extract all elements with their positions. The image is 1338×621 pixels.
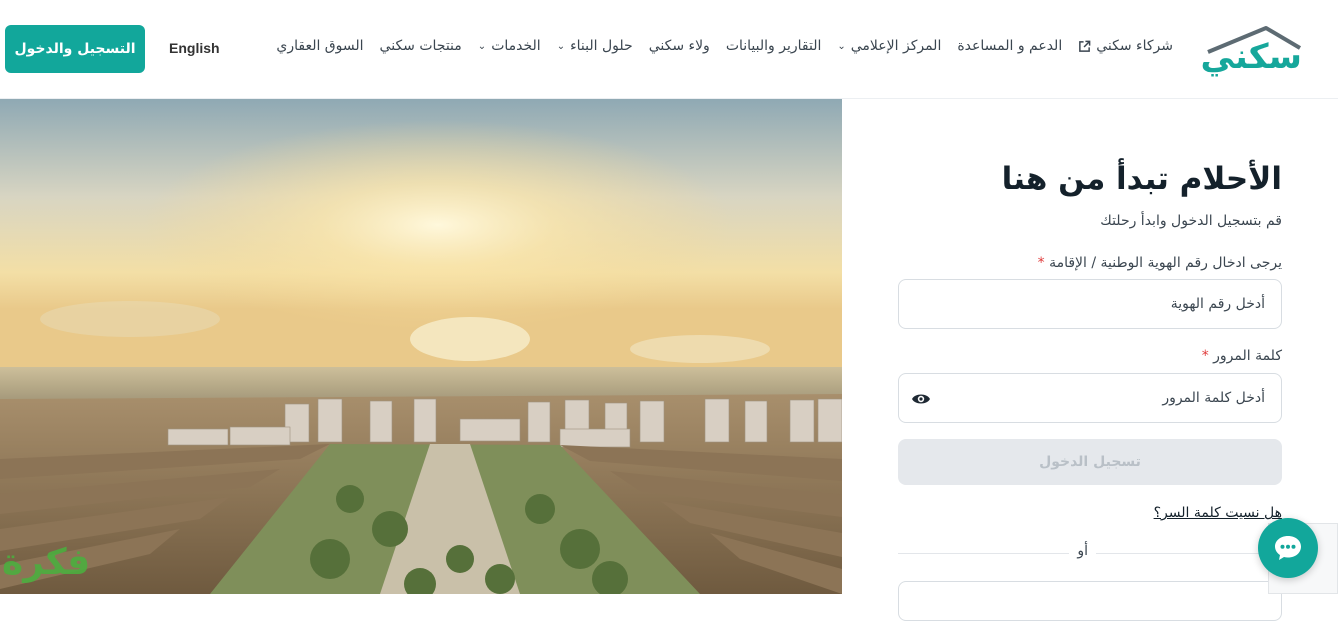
alternate-login-button[interactable] bbox=[898, 581, 1282, 621]
main-nav: السوق العقاري منتجات سكني الخدمات ⌄ حلول … bbox=[276, 38, 1173, 54]
nav-support-help[interactable]: الدعم و المساعدة bbox=[957, 38, 1062, 54]
chat-bubble-icon bbox=[1275, 536, 1301, 560]
nav-label: حلول البناء bbox=[570, 38, 633, 54]
id-placeholder: أدخل رقم الهوية bbox=[1170, 296, 1265, 312]
hero-image bbox=[0, 99, 842, 594]
required-mark: * bbox=[1037, 255, 1045, 271]
eye-icon[interactable] bbox=[911, 389, 931, 409]
sakani-logo[interactable]: سكني bbox=[1200, 24, 1303, 77]
password-placeholder: أدخل كلمة المرور bbox=[1162, 390, 1265, 406]
language-toggle[interactable]: English bbox=[169, 40, 220, 56]
national-id-input[interactable]: أدخل رقم الهوية bbox=[898, 279, 1282, 329]
nav-label: السوق العقاري bbox=[276, 38, 364, 54]
chevron-down-icon: ⌄ bbox=[477, 40, 487, 52]
id-label-text: يرجى ادخال رقم الهوية الوطنية / الإقامة bbox=[1049, 255, 1282, 271]
nav-reports-data[interactable]: التقارير والبيانات bbox=[726, 38, 822, 54]
login-button[interactable]: تسجيل الدخول bbox=[898, 439, 1282, 485]
chevron-down-icon: ⌄ bbox=[556, 40, 566, 52]
nav-label: المركز الإعلامي bbox=[850, 38, 942, 54]
chat-button[interactable] bbox=[1258, 518, 1318, 578]
nav-sakani-products[interactable]: منتجات سكني bbox=[380, 38, 462, 54]
nav-services[interactable]: الخدمات ⌄ bbox=[478, 38, 541, 54]
password-label-text: كلمة المرور bbox=[1213, 348, 1282, 364]
nav-label: الخدمات bbox=[491, 38, 541, 54]
password-input[interactable]: أدخل كلمة المرور bbox=[898, 373, 1282, 423]
nav-sakani-partners[interactable]: شركاء سكني bbox=[1078, 38, 1173, 54]
nav-label: ولاء سكني bbox=[648, 38, 710, 54]
site-header: سكني السوق العقاري منتجات سكني الخدمات ⌄ … bbox=[0, 0, 1338, 99]
password-field-label: كلمة المرور * bbox=[1202, 348, 1282, 364]
page-title: الأحلام تبدأ من هنا bbox=[1001, 161, 1282, 197]
nav-sakani-loyalty[interactable]: ولاء سكني bbox=[649, 38, 710, 54]
nav-label: الدعم و المساعدة bbox=[957, 38, 1063, 54]
required-mark: * bbox=[1201, 348, 1209, 364]
watermark-logo: فكرة bbox=[0, 534, 150, 588]
id-field-label: يرجى ادخال رقم الهوية الوطنية / الإقامة … bbox=[1038, 255, 1282, 271]
nav-real-estate-market[interactable]: السوق العقاري bbox=[276, 38, 363, 54]
watermark-text: فكرة bbox=[2, 542, 91, 583]
page-subtitle: قم بتسجيل الدخول وابدأ رحلتك bbox=[1100, 213, 1282, 229]
nav-label: شركاء سكني bbox=[1096, 38, 1173, 54]
nav-label: منتجات سكني bbox=[379, 38, 462, 54]
nav-media-center[interactable]: المركز الإعلامي ⌄ bbox=[837, 38, 941, 54]
or-separator: أو bbox=[1069, 543, 1096, 559]
nav-label: التقارير والبيانات bbox=[725, 38, 822, 54]
logo-text: سكني bbox=[1200, 37, 1303, 77]
forgot-password-link[interactable]: هل نسيت كلمة السر؟ bbox=[1154, 505, 1282, 521]
chevron-down-icon: ⌄ bbox=[837, 40, 846, 52]
login-form: الأحلام تبدأ من هنا قم بتسجيل الدخول واب… bbox=[842, 99, 1338, 621]
external-link-icon bbox=[1079, 40, 1091, 52]
signin-register-button[interactable]: التسجيل والدخول bbox=[5, 25, 145, 73]
nav-building-solutions[interactable]: حلول البناء ⌄ bbox=[557, 38, 633, 54]
